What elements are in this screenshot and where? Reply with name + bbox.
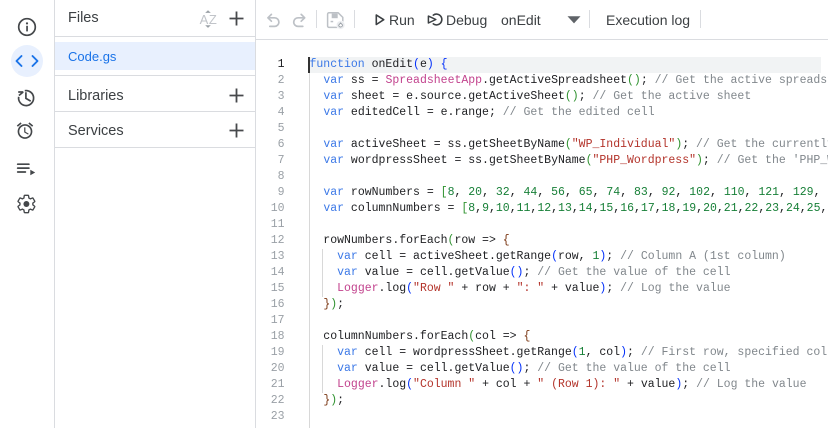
svg-text:Z: Z [209,12,217,27]
svg-text:A: A [200,12,209,27]
